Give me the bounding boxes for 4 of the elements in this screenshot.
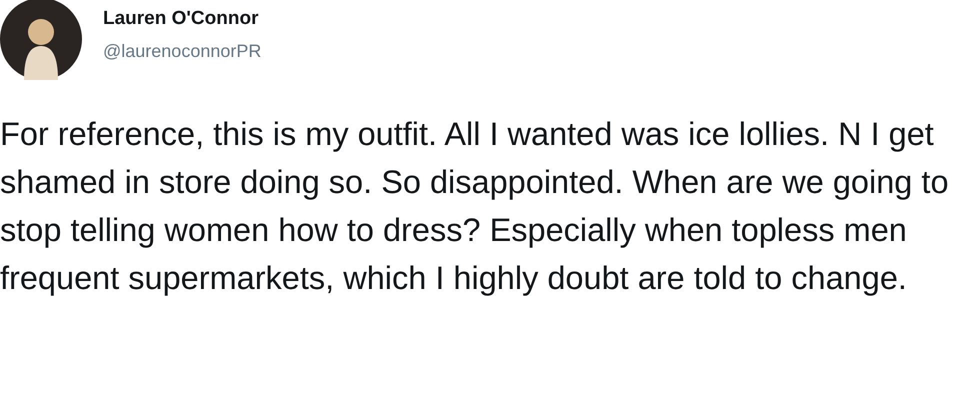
avatar-icon[interactable] (0, 0, 82, 80)
author-name[interactable]: Lauren O'Connor (103, 8, 262, 30)
tweet-text: For reference, this is my outfit. All I wanted was ice lollies. N I get shamed in store doing so. So disappointed. When are we going to stop telling women how to dress? Especially when topless men frequent supermarkets, which I highly doubt are told to change. (0, 115, 950, 298)
author-handle[interactable]: @laurenoconnorPR (103, 41, 262, 62)
